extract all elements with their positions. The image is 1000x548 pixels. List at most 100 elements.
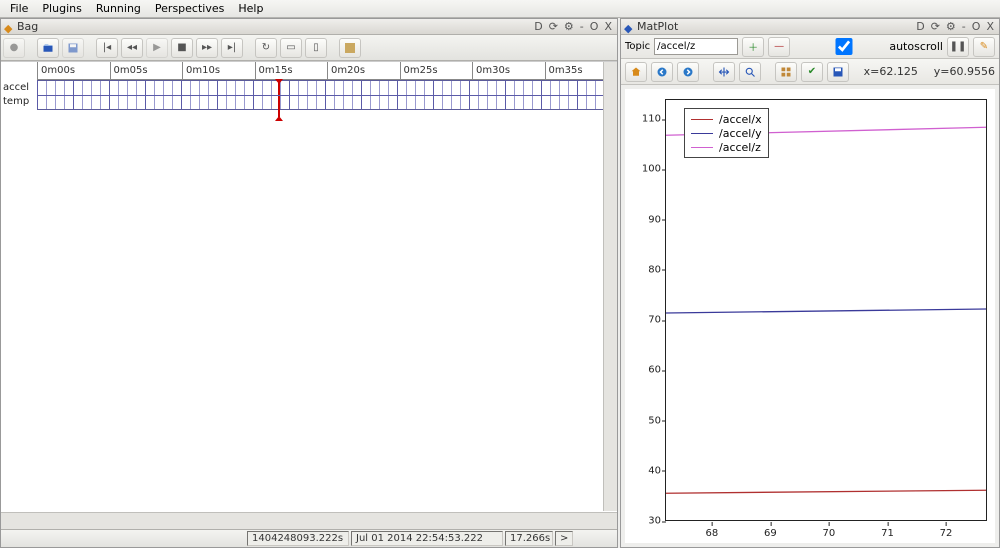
menu-file[interactable]: File: [4, 1, 34, 16]
topic-row: Topic ＋ — autoscroll ❚❚ ✎: [621, 35, 999, 59]
coord-x-label: x=: [864, 65, 880, 78]
horizontal-scrollbar[interactable]: [1, 512, 617, 529]
forward-icon[interactable]: [677, 62, 699, 82]
zoom-out-button[interactable]: ▭: [280, 38, 302, 58]
customize-icon[interactable]: ✔: [801, 62, 823, 82]
bag-btn-max[interactable]: O: [588, 20, 601, 33]
time-tick: 0m05s: [110, 62, 148, 80]
autoscroll-check[interactable]: autoscroll: [802, 38, 943, 55]
bag-btn-d[interactable]: D: [532, 20, 544, 33]
bag-titlebar: ◆ Bag D ⟳ ⚙ - O X: [1, 19, 617, 35]
mat-btn-max[interactable]: O: [970, 20, 983, 33]
autoscroll-checkbox[interactable]: [802, 38, 886, 55]
bag-window-buttons: D ⟳ ⚙ - O X: [532, 20, 614, 33]
row-label-temp: temp: [3, 94, 35, 109]
y-tick: 60: [625, 365, 661, 376]
pause-button[interactable]: ❚❚: [947, 37, 969, 57]
remove-topic-button[interactable]: —: [768, 37, 790, 57]
thumbnails-button[interactable]: [339, 38, 361, 58]
status-elapsed: 17.266s: [505, 531, 553, 546]
mat-btn-d[interactable]: D: [914, 20, 926, 33]
menu-plugins[interactable]: Plugins: [36, 1, 87, 16]
play-button[interactable]: ▶: [146, 38, 168, 58]
y-tick: 40: [625, 465, 661, 476]
mat-btn-close[interactable]: X: [984, 20, 996, 33]
time-tick: 0m00s: [37, 62, 75, 80]
timeline[interactable]: 0m00s 0m05s 0m10s 0m15s 0m20s 0m25s 0m30…: [1, 61, 617, 529]
status-epoch: 1404248093.222s: [247, 531, 349, 546]
matplot-panel: ◆ MatPlot D ⟳ ⚙ - O X Topic ＋ — autoscro…: [620, 18, 1000, 548]
step-fwd-button[interactable]: ▸▸: [196, 38, 218, 58]
bag-icon: ◆: [4, 22, 14, 32]
open-button[interactable]: [37, 38, 59, 58]
track-area[interactable]: [37, 80, 617, 110]
bag-panel: ◆ Bag D ⟳ ⚙ - O X ● |◂ ◂◂ ▶ ■ ▸▸ ▸|: [0, 18, 618, 548]
bag-btn-min[interactable]: -: [578, 20, 586, 33]
menu-perspectives[interactable]: Perspectives: [149, 1, 230, 16]
matplot-titlebar: ◆ MatPlot D ⟳ ⚙ - O X: [621, 19, 999, 35]
zoom-in-button[interactable]: ▯: [305, 38, 327, 58]
skip-end-button[interactable]: ▸|: [221, 38, 243, 58]
y-tick: 30: [625, 516, 661, 527]
time-tick: 0m30s: [472, 62, 510, 80]
legend-item: /accel/x: [691, 112, 762, 126]
plot-lines: [666, 100, 986, 520]
bag-btn-settings[interactable]: ⚙: [562, 20, 576, 33]
savefig-icon[interactable]: [827, 62, 849, 82]
topic-label: Topic: [625, 41, 650, 52]
mat-btn-reload[interactable]: ⟳: [929, 20, 942, 33]
bag-statusbar: 1404248093.222s Jul 01 2014 22:54:53.222…: [1, 529, 617, 547]
y-tick: 90: [625, 214, 661, 225]
matplot-title: MatPlot: [637, 20, 678, 33]
home-icon[interactable]: [625, 62, 647, 82]
legend-label: /accel/z: [719, 141, 761, 154]
time-tick: 0m25s: [400, 62, 438, 80]
legend-label: /accel/x: [719, 113, 762, 126]
coord-x: 62.125: [879, 65, 918, 78]
vertical-scrollbar[interactable]: [603, 62, 617, 511]
stop-button[interactable]: ■: [171, 38, 193, 58]
back-icon[interactable]: [651, 62, 673, 82]
time-tick: 0m20s: [327, 62, 365, 80]
coord-y: 60.9556: [950, 65, 996, 78]
bag-btn-close[interactable]: X: [602, 20, 614, 33]
add-topic-button[interactable]: ＋: [742, 37, 764, 57]
step-back-button[interactable]: ◂◂: [121, 38, 143, 58]
bag-toolbar: ● |◂ ◂◂ ▶ ■ ▸▸ ▸| ↻ ▭ ▯: [1, 35, 617, 61]
pan-icon[interactable]: [713, 62, 735, 82]
plot-area[interactable]: /accel/x /accel/y /accel/z 3040506070809…: [625, 89, 995, 543]
coord-y-label: y=: [934, 65, 950, 78]
autoscroll-label: autoscroll: [889, 40, 943, 53]
subplots-icon[interactable]: [775, 62, 797, 82]
save-button[interactable]: [62, 38, 84, 58]
legend-item: /accel/y: [691, 126, 762, 140]
menu-running[interactable]: Running: [90, 1, 147, 16]
loop-button[interactable]: ↻: [255, 38, 277, 58]
time-tick: 0m35s: [545, 62, 583, 80]
topic-input[interactable]: [654, 38, 738, 55]
time-tick: 0m15s: [255, 62, 293, 80]
skip-start-button[interactable]: |◂: [96, 38, 118, 58]
matplot-toolbar: ✔ x=62.125 y=60.9556: [621, 59, 999, 85]
menu-help[interactable]: Help: [232, 1, 269, 16]
mat-btn-min[interactable]: -: [960, 20, 968, 33]
x-tick: 71: [881, 528, 894, 539]
legend: /accel/x /accel/y /accel/z: [684, 108, 769, 158]
mat-btn-settings[interactable]: ⚙: [944, 20, 958, 33]
y-tick: 50: [625, 415, 661, 426]
y-tick: 100: [625, 164, 661, 175]
bag-title: Bag: [17, 20, 38, 33]
y-tick: 110: [625, 114, 661, 125]
x-tick: 69: [764, 528, 777, 539]
playhead[interactable]: [278, 81, 280, 117]
x-tick: 70: [823, 528, 836, 539]
row-label-accel: accel: [3, 80, 35, 95]
menubar: File Plugins Running Perspectives Help: [0, 0, 1000, 18]
y-tick: 70: [625, 315, 661, 326]
plot-axes: /accel/x /accel/y /accel/z: [665, 99, 987, 521]
status-datetime: Jul 01 2014 22:54:53.222: [351, 531, 503, 546]
zoom-icon[interactable]: [739, 62, 761, 82]
record-button[interactable]: ●: [3, 38, 25, 58]
bag-btn-reload[interactable]: ⟳: [547, 20, 560, 33]
clear-button[interactable]: ✎: [973, 37, 995, 57]
